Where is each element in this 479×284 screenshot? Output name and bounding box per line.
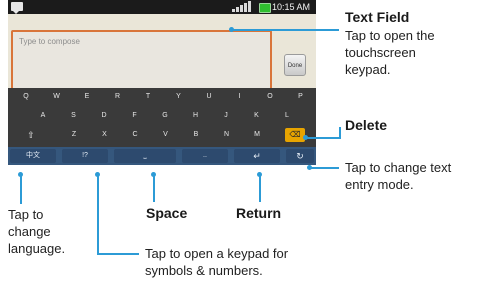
message-notification-icon [11, 2, 23, 14]
key-k[interactable]: K [246, 108, 268, 124]
key-t[interactable]: T [137, 89, 159, 105]
touchscreen-keypad: QWERTYUIOP ASDFGHJKL ⇧ ⌫ ZXCVBNM 中文 !? ⎵… [8, 88, 316, 165]
entry-mode-desc-line2: entry mode. [345, 177, 414, 192]
language-desc-line3: language. [8, 241, 66, 256]
key-j[interactable]: J [215, 108, 237, 124]
keyboard-row-1: QWERTYUIOP [8, 88, 316, 106]
phone-screen: 10:15 AM Type to compose Done QWERTYUIOP… [8, 0, 316, 165]
keyboard-row-3: ⇧ ⌫ ZXCVBNM [8, 126, 316, 144]
language-leader-dot [18, 172, 23, 177]
symbols-leader-line-horizontal [97, 253, 139, 255]
entry-mode-desc-line1: Tap to change text [345, 160, 452, 175]
key-v[interactable]: V [155, 127, 177, 143]
key-m[interactable]: M [246, 127, 268, 143]
language-leader-line [20, 174, 22, 204]
key-h[interactable]: H [185, 108, 207, 124]
return-leader-line [259, 174, 261, 202]
key-a[interactable]: A [32, 108, 54, 124]
delete-leader-line [305, 137, 340, 139]
key-i[interactable]: I [229, 89, 251, 105]
text-field-leader-dot [229, 27, 234, 32]
status-time: 10:15 AM [272, 2, 311, 12]
shift-key[interactable]: ⇧ [20, 127, 42, 143]
text-field-title: Text Field [345, 9, 410, 25]
delete-key[interactable]: ⌫ [285, 128, 305, 142]
status-bar: 10:15 AM [8, 0, 316, 14]
battery-icon [259, 3, 271, 13]
key-u[interactable]: U [198, 89, 220, 105]
space-leader-dot [151, 172, 156, 177]
language-desc-line2: change [8, 224, 51, 239]
return-title: Return [236, 205, 282, 221]
key-c[interactable]: C [124, 127, 146, 143]
text-field-desc-line2: touchscreen [345, 45, 416, 60]
delete-leader-dot [303, 135, 308, 140]
key-o[interactable]: O [259, 89, 281, 105]
text-field-desc-line1: Tap to open the [345, 28, 435, 43]
key-b[interactable]: B [185, 127, 207, 143]
symbols-key[interactable]: !? [62, 149, 108, 163]
done-button[interactable]: Done [284, 54, 306, 76]
language-key[interactable]: 中文 [10, 149, 56, 163]
key-l[interactable]: L [276, 108, 298, 124]
entry-mode-key[interactable]: ↻ [286, 149, 314, 163]
signal-strength-icon [230, 0, 256, 14]
return-leader-dot [257, 172, 262, 177]
language-desc-line1: Tap to [8, 207, 44, 222]
symbols-desc-line2: symbols & numbers. [145, 263, 263, 278]
symbols-leader-line [97, 174, 99, 254]
space-leader-line [153, 174, 155, 202]
symbols-desc-line1: Tap to open a keypad for [145, 246, 289, 261]
key-p[interactable]: P [290, 89, 312, 105]
compose-placeholder: Type to compose [19, 37, 80, 46]
key-x[interactable]: X [94, 127, 116, 143]
entry-mode-leader-line [309, 167, 339, 169]
return-key[interactable]: ↵ [234, 149, 280, 163]
key-e[interactable]: E [76, 89, 98, 105]
key-s[interactable]: S [63, 108, 85, 124]
dots-key[interactable]: .. [182, 149, 228, 163]
key-g[interactable]: G [154, 108, 176, 124]
key-n[interactable]: N [216, 127, 238, 143]
key-d[interactable]: D [93, 108, 115, 124]
keyboard-row-2: ASDFGHJKL [8, 107, 316, 125]
delete-leader-line-vertical [339, 127, 341, 139]
key-r[interactable]: R [107, 89, 129, 105]
space-key[interactable]: ⎵ [114, 149, 176, 163]
symbols-leader-dot [95, 172, 100, 177]
key-y[interactable]: Y [168, 89, 190, 105]
text-field-leader-line [232, 29, 339, 31]
delete-title: Delete [345, 117, 388, 133]
keyboard-bottom-row: 中文 !? ⎵ .. ↵ ↻ [8, 147, 316, 165]
entry-mode-leader-dot [307, 165, 312, 170]
key-q[interactable]: Q [15, 89, 37, 105]
key-w[interactable]: W [46, 89, 68, 105]
text-field-desc-line3: keypad. [345, 62, 391, 77]
key-f[interactable]: F [124, 108, 146, 124]
space-title: Space [146, 205, 188, 221]
key-z[interactable]: Z [63, 127, 85, 143]
